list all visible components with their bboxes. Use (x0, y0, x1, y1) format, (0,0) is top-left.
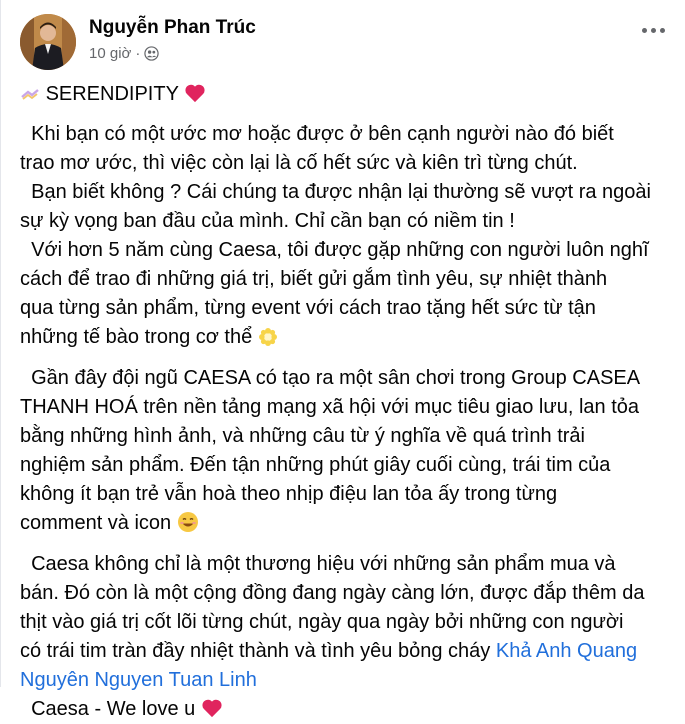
text-line: Caesa không chỉ là một thương hiệu với n… (20, 553, 616, 575)
mention-tag[interactable]: Nguyên Nguyen Tuan Linh (20, 666, 670, 695)
text-line: bằng những hình ảnh, và những câu từ ý n… (20, 425, 585, 447)
avatar-photo (20, 14, 76, 70)
heart-icon (202, 699, 222, 718)
friends-icon[interactable] (144, 46, 160, 61)
avatar[interactable] (20, 14, 76, 70)
sunflower-icon (258, 328, 277, 346)
more-dot-icon (651, 28, 656, 33)
text-line: nghiệm sản phẩm. Đến tận những phút giây… (20, 454, 611, 476)
post-title-line: SERENDIPITY (20, 80, 670, 109)
text-line: bán. Đó còn là một cộng đồng đang ngày c… (20, 582, 645, 604)
post-meta: 10 giờ · (89, 45, 160, 62)
more-options-button[interactable] (642, 28, 665, 33)
paragraph-3: Caesa không chỉ là một thương hiệu với n… (20, 550, 670, 724)
text-line: trao mơ ước, thì việc còn lại là cố hết … (20, 152, 578, 174)
text-line: Bạn biết không ? Cái chúng ta được nhận … (20, 181, 651, 203)
more-dot-icon (660, 28, 665, 33)
author-name[interactable]: Nguyễn Phan Trúc (89, 17, 256, 39)
text-line: comment và icon (20, 512, 172, 534)
text-line: Gần đây đội ngũ CAESA có tạo ra một sân … (20, 367, 641, 389)
paragraph-1: Khi bạn có một ước mơ hoặc được ở bên cạ… (20, 120, 670, 352)
text-line-with-emoji: comment và icon (20, 509, 670, 538)
post-content: SERENDIPITY Khi bạn có một ước mơ hoặc đ… (20, 80, 670, 724)
text-line: Với hơn 5 năm cùng Caesa, tôi được gặp n… (20, 239, 649, 261)
text-line: qua từng sản phẩm, từng event với cách t… (20, 297, 596, 319)
text-line: thịt vào giá trị cốt lõi từng chút, ngày… (20, 611, 624, 633)
mention-tag[interactable]: Khả Anh Quang (496, 640, 637, 662)
text-line: có trái tim tràn đầy nhiệt thành và tình… (20, 640, 491, 662)
text-line: không ít bạn trẻ vẫn hoà theo nhịp điệu … (20, 483, 558, 505)
more-dot-icon (642, 28, 647, 33)
paragraph-2: Gần đây đội ngũ CAESA có tạo ra một sân … (20, 364, 670, 538)
post-time[interactable]: 10 giờ (89, 45, 131, 62)
ribbon-icon (21, 89, 39, 100)
text-line-with-tag: có trái tim tràn đầy nhiệt thành và tình… (20, 637, 670, 666)
facebook-post: Nguyễn Phan Trúc 10 giờ · SERENDIPITY Kh… (0, 0, 685, 720)
text-line: THANH HOÁ trên nền tảng mạng xã hội với … (20, 396, 640, 418)
meta-separator: · (135, 45, 141, 62)
text-line: Caesa - We love u (20, 698, 196, 720)
closing-line: Caesa - We love u (20, 695, 670, 724)
text-line: Khi bạn có một ước mơ hoặc được ở bên cạ… (20, 123, 614, 145)
text-line: những tế bào trong cơ thể (20, 326, 253, 348)
text-line-with-emoji: những tế bào trong cơ thể (20, 323, 670, 352)
smile-icon (177, 512, 198, 532)
text-line: cách để trao đi những giá trị, biết gửi … (20, 268, 608, 290)
heart-icon (185, 84, 205, 103)
post-title: SERENDIPITY (45, 83, 179, 105)
text-line: sự kỳ vọng ban đầu của mình. Chỉ cần bạn… (20, 210, 515, 232)
